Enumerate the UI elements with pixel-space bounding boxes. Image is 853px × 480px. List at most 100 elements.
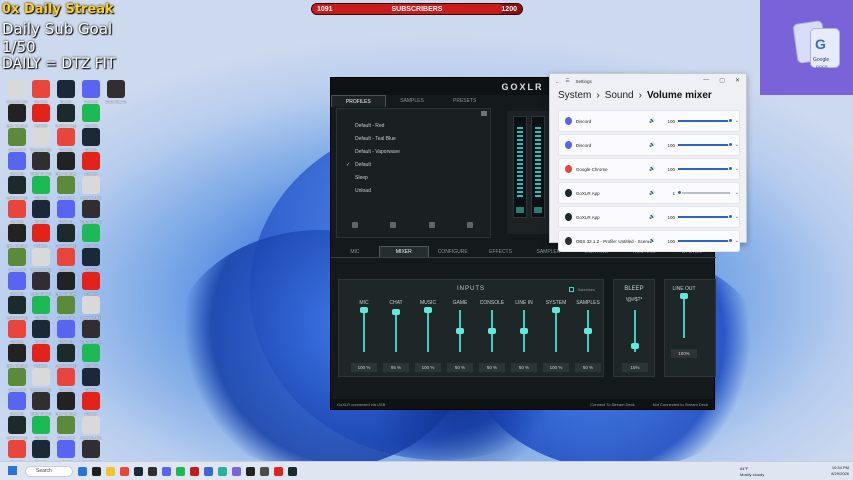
app-volume-slider[interactable] (676, 190, 730, 195)
new-profile-icon[interactable] (352, 222, 359, 228)
slider-thumb[interactable] (727, 118, 733, 123)
taskbar-app-icon[interactable] (148, 466, 157, 476)
taskbar-app-icon[interactable] (246, 466, 255, 476)
channel-chat[interactable]: CHAT 95 % (381, 300, 411, 374)
profile-item[interactable]: Sleep (337, 171, 490, 184)
profile-item[interactable]: Unload (337, 184, 490, 197)
folder-icon[interactable] (481, 111, 487, 116)
fader-track[interactable] (427, 310, 429, 352)
taskbar-app-icon[interactable] (120, 466, 129, 476)
channel-console[interactable]: CONSOLE 50 % (477, 300, 507, 374)
channel-music[interactable]: MUSIC 100 % (413, 300, 443, 374)
fader-track[interactable] (395, 310, 397, 352)
desktop-icon[interactable]: OBS Studio (105, 80, 127, 109)
tab-effects[interactable]: EFFECTS (477, 246, 525, 257)
tab-samples[interactable]: SAMPLES (386, 95, 439, 107)
fader-knob[interactable] (488, 328, 496, 334)
app-volume-slider[interactable] (678, 166, 733, 171)
profile-item[interactable]: Default (337, 158, 490, 171)
channel-label: GAME (452, 300, 468, 306)
tab-profiles[interactable]: PROFILES (331, 95, 386, 107)
speaker-icon[interactable]: 🔊 (649, 118, 658, 124)
chevron-down-icon[interactable]: ⌄ (735, 142, 739, 148)
taskbar-app-icon[interactable] (232, 466, 241, 476)
hamburger-icon[interactable]: ☰ (566, 78, 570, 84)
tab-mic[interactable]: MIC (331, 246, 379, 257)
fader-knob[interactable] (424, 307, 432, 313)
channel-game[interactable]: GAME 50 % (445, 300, 475, 374)
back-arrow-icon[interactable]: ← (555, 79, 560, 84)
taskbar-search[interactable]: Search (25, 465, 73, 477)
chevron-down-icon[interactable]: ⌄ (735, 166, 739, 172)
save-profile-icon[interactable] (390, 222, 397, 228)
line-out-track[interactable] (683, 296, 685, 338)
slider-thumb[interactable] (727, 142, 733, 147)
channel-samples[interactable]: SAMPLES 50 % (573, 300, 603, 374)
minimize-icon[interactable]: — (703, 77, 709, 84)
fader-knob[interactable] (584, 328, 592, 334)
slider-thumb[interactable] (727, 214, 733, 219)
profile-item[interactable]: Default - Red (337, 119, 490, 132)
line-out-knob[interactable] (680, 293, 688, 299)
chevron-down-icon[interactable]: ⌄ (735, 118, 739, 124)
submixes-checkbox[interactable] (569, 287, 575, 292)
line-out-fader[interactable]: LINE OUT 100% (669, 286, 699, 360)
fader-track[interactable] (363, 310, 365, 352)
app-volume-slider[interactable] (678, 238, 733, 243)
app-volume-slider[interactable] (678, 214, 733, 219)
fader-knob[interactable] (520, 328, 528, 334)
weather-widget[interactable]: 64°F Mostly cloudy (740, 466, 764, 478)
taskbar-app-icon[interactable] (274, 466, 283, 476)
submixes-toggle[interactable]: Submixes (569, 287, 595, 292)
breadcrumb-sound[interactable]: Sound (605, 90, 634, 101)
channel-mic[interactable]: MIC 100 % (349, 300, 379, 374)
close-icon[interactable]: ✕ (735, 77, 740, 84)
clock[interactable]: 10:34 PM 8/29/2026 (831, 465, 849, 477)
stream-deck-connect-link[interactable]: Connect To Stream Deck (590, 402, 634, 407)
breadcrumb-system[interactable]: System (558, 90, 591, 101)
profile-item[interactable]: Default - Teal Blue (337, 132, 490, 145)
taskbar-app-icon[interactable] (260, 466, 269, 476)
chevron-down-icon[interactable]: ⌄ (735, 238, 739, 244)
tab-mixer[interactable]: MIXER (378, 246, 429, 257)
taskbar-app-icon[interactable] (218, 466, 227, 476)
tab-configure[interactable]: CONFIGURE (429, 246, 477, 257)
app-volume-slider[interactable] (678, 118, 733, 123)
profile-item[interactable]: Default - Vaporwave (337, 145, 490, 158)
channel-system[interactable]: SYSTEM 100 % (541, 300, 571, 374)
bleep-fader[interactable]: 15% (620, 300, 650, 374)
delete-profile-icon[interactable] (466, 222, 473, 228)
taskbar-app-icon[interactable] (162, 466, 171, 476)
start-icon[interactable] (8, 466, 17, 475)
taskbar-app-icon[interactable] (288, 466, 297, 476)
taskbar-app-icon[interactable] (106, 466, 115, 476)
fader-knob[interactable] (456, 328, 464, 334)
maximize-icon[interactable]: ▢ (719, 77, 725, 84)
speaker-icon[interactable]: 🔊 (649, 238, 658, 244)
copy-profile-icon[interactable] (428, 222, 435, 228)
tab-presets[interactable]: PRESETS (438, 95, 491, 107)
speaker-icon[interactable]: 🔊 (649, 190, 658, 196)
slider-thumb[interactable] (727, 238, 733, 243)
fader-knob[interactable] (360, 307, 368, 313)
bleep-knob[interactable] (631, 342, 639, 349)
slider-thumb[interactable] (676, 190, 682, 195)
slider-thumb[interactable] (727, 166, 733, 171)
taskbar-app-icon[interactable] (78, 466, 87, 476)
taskbar-app-icon[interactable] (204, 466, 213, 476)
taskbar-app-icon[interactable] (190, 466, 199, 476)
speaker-icon[interactable]: 🔊 (649, 142, 658, 148)
fader-track[interactable] (555, 310, 557, 352)
speaker-icon[interactable]: 🔊 (649, 166, 658, 172)
app-icon (32, 224, 50, 242)
taskbar-app-icon[interactable] (92, 466, 101, 476)
chevron-down-icon[interactable]: ⌄ (735, 190, 739, 196)
taskbar-app-icon[interactable] (134, 466, 143, 476)
app-volume-slider[interactable] (678, 142, 733, 147)
taskbar-app-icon[interactable] (176, 466, 185, 476)
fader-knob[interactable] (552, 307, 560, 313)
chevron-down-icon[interactable]: ⌄ (735, 214, 739, 220)
channel-line-in[interactable]: LINE IN 50 % (509, 300, 539, 374)
fader-knob[interactable] (392, 309, 400, 316)
speaker-icon[interactable]: 🔊 (649, 214, 658, 220)
